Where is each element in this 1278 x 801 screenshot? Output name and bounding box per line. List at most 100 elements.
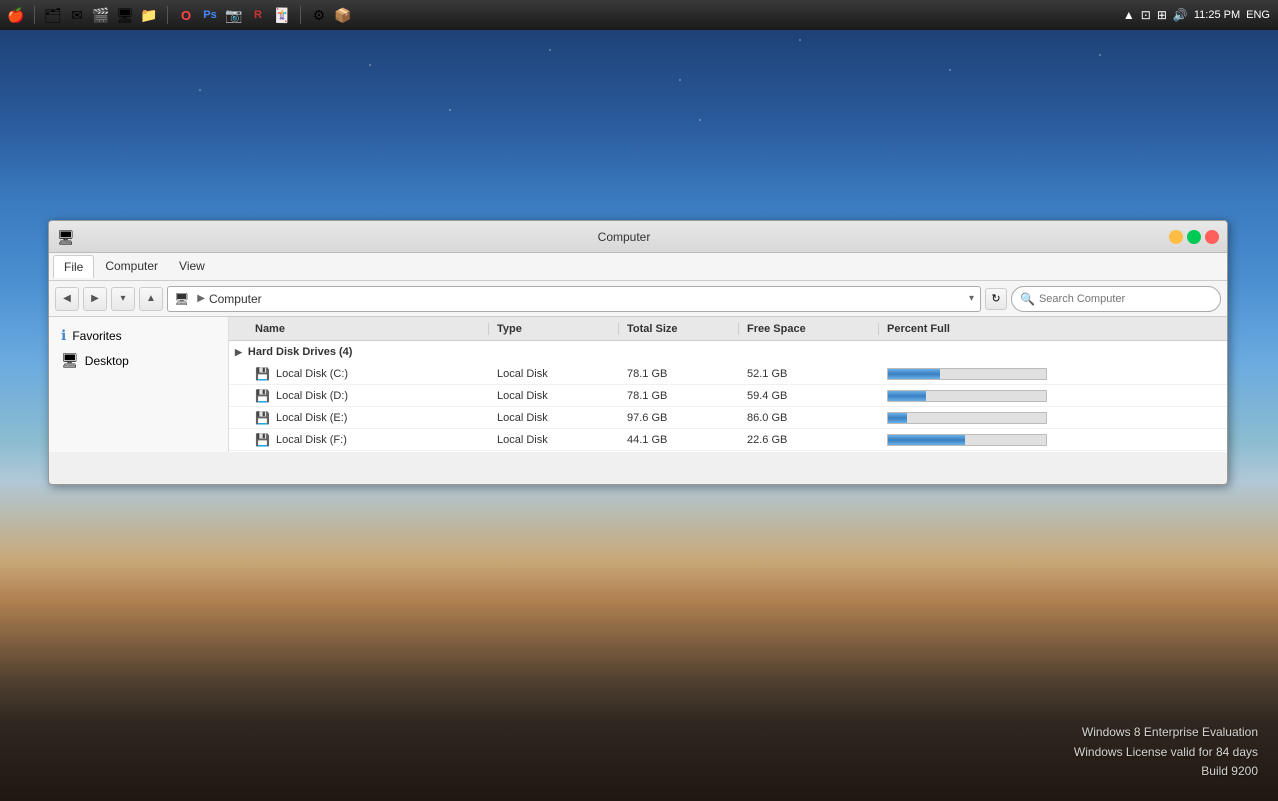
watermark-line2: Windows License valid for 84 days	[1074, 743, 1258, 762]
disk-name-d: Local Disk (D:)	[276, 390, 348, 402]
window-icon: 🖥	[57, 229, 73, 245]
search-input[interactable]	[1039, 293, 1212, 305]
ps-icon[interactable]: Ps	[200, 5, 220, 25]
tray-icon-2: ⊞	[1157, 8, 1167, 22]
up-button[interactable]: ▲	[139, 287, 163, 311]
minimize-button[interactable]	[1169, 230, 1183, 244]
forward-button[interactable]: ▶	[83, 287, 107, 311]
package-icon[interactable]: 📦	[333, 5, 353, 25]
disk-free-c: 52.1 GB	[739, 368, 879, 380]
opera-icon[interactable]: O	[176, 5, 196, 25]
disk-free-d: 59.4 GB	[739, 390, 879, 402]
dropdown-button[interactable]: ▾	[111, 287, 135, 311]
taskbar-left: 🍎 🗂 ✉ 🎬 🖥 📁 O Ps 📷 R 🃏 ⚙ 📦	[0, 5, 1115, 25]
taskbar-sep-3	[300, 6, 301, 24]
group-label-hdd: Hard Disk Drives (4)	[248, 346, 353, 358]
taskbar-right: ▲ ⊡ ⊞ 🔊 11:25 PM ENG	[1115, 8, 1278, 22]
watermark-line3: Build 9200	[1074, 762, 1258, 781]
menu-tabs: File Computer View	[53, 255, 215, 278]
progress-bar-c	[887, 368, 1047, 380]
sidebar-item-favorites[interactable]: ℹ Favorites	[53, 323, 224, 348]
progress-bar-d	[887, 390, 1047, 402]
list-header: Name Type Total Size Free Space Percent …	[229, 317, 1227, 341]
camera-icon[interactable]: 📷	[224, 5, 244, 25]
col-header-percent[interactable]: Percent Full	[879, 323, 1227, 335]
sidebar: ℹ Favorites 🖥 Desktop	[49, 317, 229, 452]
group-hard-disk[interactable]: ▶ Hard Disk Drives (4)	[229, 341, 1227, 363]
disk-total-d: 78.1 GB	[619, 390, 739, 402]
disk-type-d: Local Disk	[489, 390, 619, 402]
group-removable[interactable]: ▶ Devices with Removable Storage (1)	[229, 451, 1227, 452]
redis-icon[interactable]: R	[248, 5, 268, 25]
joker-icon[interactable]: 🃏	[272, 5, 292, 25]
disk-name-c: Local Disk (C:)	[276, 368, 348, 380]
address-folder-icon: 🖥	[174, 292, 189, 306]
address-text: Computer	[209, 292, 262, 306]
disk-name-f: Local Disk (F:)	[276, 434, 347, 446]
search-box[interactable]: 🔍	[1011, 286, 1221, 312]
disk-icon-d: 💾	[255, 389, 270, 403]
monitor-icon[interactable]: 🖥	[115, 5, 135, 25]
desktop: 🍎 🗂 ✉ 🎬 🖥 📁 O Ps 📷 R 🃏 ⚙ 📦 ▲ ⊡ ⊞ 🔊 11:25…	[0, 0, 1278, 801]
disk-free-f: 22.6 GB	[739, 434, 879, 446]
address-bar[interactable]: 🖥 ▶ Computer ▾	[167, 286, 981, 312]
col-header-free[interactable]: Free Space	[739, 323, 879, 335]
clock: 11:25 PM	[1194, 9, 1240, 21]
taskbar-sep-2	[167, 6, 168, 24]
lang-label: ENG	[1246, 9, 1270, 21]
disk-icon-f: 💾	[255, 433, 270, 447]
address-dropdown-icon[interactable]: ▾	[969, 293, 974, 304]
maximize-button[interactable]	[1187, 230, 1201, 244]
favorites-icon: ℹ	[61, 327, 66, 344]
refresh-button[interactable]: ↻	[985, 288, 1007, 310]
group-arrow-hdd: ▶	[235, 347, 242, 358]
progress-fill-d	[888, 391, 926, 401]
address-chevron: ▶	[197, 293, 205, 304]
disk-total-c: 78.1 GB	[619, 368, 739, 380]
table-row[interactable]: 💾 Local Disk (F:) Local Disk 44.1 GB 22.…	[229, 429, 1227, 451]
disk-percent-c	[879, 368, 1227, 380]
quicklook-icon[interactable]: 🗂	[43, 5, 63, 25]
disk-total-e: 97.6 GB	[619, 412, 739, 424]
disk-icon-c: 💾	[255, 367, 270, 381]
volume-icon[interactable]: 🔊	[1173, 8, 1188, 22]
table-row[interactable]: 💾 Local Disk (C:) Local Disk 78.1 GB 52.…	[229, 363, 1227, 385]
taskbar-sep-1	[34, 6, 35, 24]
disk-type-f: Local Disk	[489, 434, 619, 446]
close-button[interactable]	[1205, 230, 1219, 244]
folder-icon[interactable]: 📁	[139, 5, 159, 25]
disk-percent-f	[879, 434, 1227, 446]
taskbar: 🍎 🗂 ✉ 🎬 🖥 📁 O Ps 📷 R 🃏 ⚙ 📦 ▲ ⊡ ⊞ 🔊 11:25…	[0, 0, 1278, 30]
tray-expand-icon[interactable]: ▲	[1123, 8, 1135, 22]
window-controls	[1169, 230, 1219, 244]
nav-bar: ◀ ▶ ▾ ▲ 🖥 ▶ Computer ▾ ↻ 🔍	[49, 281, 1227, 317]
title-bar: 🖥 Computer	[49, 221, 1227, 253]
col-header-name[interactable]: Name	[229, 323, 489, 335]
progress-fill-f	[888, 435, 965, 445]
explorer-window: 🖥 Computer File Computer View ◀ ▶ ▾ ▲ 🖥	[48, 220, 1228, 485]
table-row[interactable]: 💾 Local Disk (E:) Local Disk 97.6 GB 86.…	[229, 407, 1227, 429]
tab-file[interactable]: File	[53, 255, 94, 278]
apple-icon[interactable]: 🍎	[6, 5, 26, 25]
sidebar-item-desktop[interactable]: 🖥 Desktop	[53, 348, 224, 373]
settings-icon[interactable]: ⚙	[309, 5, 329, 25]
progress-fill-c	[888, 369, 940, 379]
tab-computer[interactable]: Computer	[95, 255, 168, 278]
search-icon: 🔍	[1020, 292, 1035, 306]
main-area: ℹ Favorites 🖥 Desktop Name Type Total Si…	[49, 317, 1227, 452]
back-button[interactable]: ◀	[55, 287, 79, 311]
mail-icon[interactable]: ✉	[67, 5, 87, 25]
progress-fill-e	[888, 413, 907, 423]
tab-view[interactable]: View	[169, 255, 215, 278]
col-header-type[interactable]: Type	[489, 323, 619, 335]
disk-percent-e	[879, 412, 1227, 424]
disk-icon-e: 💾	[255, 411, 270, 425]
col-header-total[interactable]: Total Size	[619, 323, 739, 335]
table-row[interactable]: 💾 Local Disk (D:) Local Disk 78.1 GB 59.…	[229, 385, 1227, 407]
progress-bar-f	[887, 434, 1047, 446]
windows-watermark: Windows 8 Enterprise Evaluation Windows …	[1074, 723, 1258, 781]
menu-bar: File Computer View	[49, 253, 1227, 281]
disk-free-e: 86.0 GB	[739, 412, 879, 424]
video-icon[interactable]: 🎬	[91, 5, 111, 25]
file-list: Name Type Total Size Free Space Percent …	[229, 317, 1227, 452]
